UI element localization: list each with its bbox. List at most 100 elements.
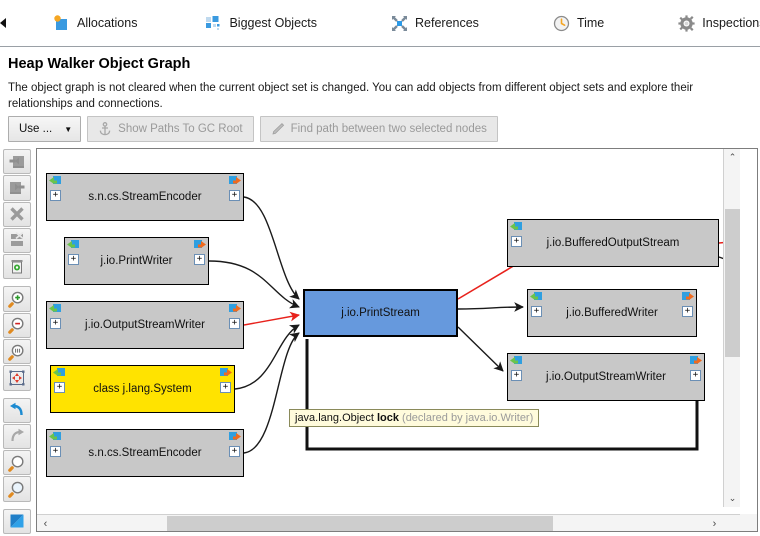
- vertical-scroll-thumb[interactable]: [725, 209, 740, 357]
- graph-node[interactable]: + + j.io.BufferedWriter: [527, 289, 697, 337]
- expand-incoming-button[interactable]: +: [68, 254, 79, 265]
- expand-outgoing-button[interactable]: +: [682, 306, 693, 317]
- scroll-right-button[interactable]: ›: [706, 515, 723, 532]
- page-title: Heap Walker Object Graph: [8, 56, 191, 72]
- tab-biggest-objects[interactable]: Biggest Objects: [188, 2, 334, 44]
- incoming-references-icon[interactable]: [49, 304, 62, 316]
- outgoing-references-icon[interactable]: [228, 432, 241, 444]
- use-dropdown-label: Use ...: [19, 123, 53, 135]
- scrollbar-corner: [740, 514, 757, 531]
- outgoing-references-icon[interactable]: [228, 176, 241, 188]
- graph-horizontal-scrollbar[interactable]: ‹ ›: [37, 514, 740, 531]
- clear-graph-button[interactable]: [3, 254, 31, 280]
- graph-node[interactable]: + j.io.BufferedOutputStream: [507, 219, 719, 267]
- incoming-references-icon[interactable]: [53, 368, 66, 380]
- incoming-references-icon[interactable]: [49, 176, 62, 188]
- expand-outgoing-button[interactable]: +: [194, 254, 205, 265]
- scroll-up-button[interactable]: ⌃: [724, 149, 740, 166]
- action-toolbar: Use ... ▼ Show Paths To GC Root Find pat…: [8, 116, 498, 142]
- magnifier-orange-icon: [8, 455, 24, 472]
- find-next-button[interactable]: [3, 476, 31, 502]
- expand-incoming-button[interactable]: +: [531, 306, 542, 317]
- incoming-references-icon[interactable]: [510, 356, 523, 368]
- outgoing-references-icon[interactable]: [681, 292, 694, 304]
- graph-panel: + + s.n.cs.StreamEncoder + + j.io.PrintWriter…: [36, 148, 758, 532]
- allocations-icon: [53, 14, 70, 32]
- expand-outgoing-button[interactable]: +: [229, 446, 240, 457]
- add-incoming-references-button[interactable]: [3, 149, 31, 175]
- chevron-left-icon: [0, 18, 6, 28]
- incoming-references-icon[interactable]: [510, 222, 523, 234]
- tab-references[interactable]: References: [374, 2, 496, 44]
- incoming-references-icon[interactable]: [530, 292, 543, 304]
- expand-outgoing-button[interactable]: +: [690, 370, 701, 381]
- graph-node-label: j.io.PrintWriter: [100, 255, 173, 267]
- zoom-in-icon: [8, 291, 24, 308]
- pencil-icon: [271, 122, 285, 136]
- zoom-fit-icon: [8, 344, 24, 361]
- graph-node[interactable]: + + s.n.cs.StreamEncoder: [46, 429, 244, 477]
- arrow-left-node-icon: [9, 155, 24, 168]
- graph-node[interactable]: + + j.io.OutputStreamWriter: [46, 301, 244, 349]
- graph-left-toolbar: [0, 148, 34, 534]
- tab-time[interactable]: Time: [536, 2, 621, 44]
- outgoing-references-icon[interactable]: [228, 304, 241, 316]
- scroll-down-button[interactable]: ⌄: [724, 490, 740, 507]
- incoming-references-icon[interactable]: [67, 240, 80, 252]
- graph-node[interactable]: + + j.io.OutputStreamWriter: [507, 353, 705, 401]
- expand-incoming-button[interactable]: +: [50, 446, 61, 457]
- expand-incoming-button[interactable]: +: [50, 318, 61, 329]
- scroll-left-button[interactable]: ‹: [37, 515, 54, 532]
- find-button[interactable]: [3, 450, 31, 476]
- graph-node-label: j.io.BufferedWriter: [566, 307, 658, 319]
- expand-incoming-button[interactable]: +: [50, 190, 61, 201]
- graph-node-label: j.io.BufferedOutputStream: [546, 237, 680, 249]
- zoom-in-button[interactable]: [3, 286, 31, 312]
- horizontal-scroll-thumb[interactable]: [167, 516, 553, 531]
- biggest-objects-icon: [205, 15, 222, 32]
- graph-vertical-scrollbar[interactable]: ⌃ ⌄: [723, 149, 740, 507]
- layout-nodes-button[interactable]: [3, 365, 31, 391]
- tab-inspections[interactable]: Inspections: [661, 2, 760, 44]
- time-icon: [553, 15, 570, 32]
- graph-node[interactable]: + + class j.lang.System: [50, 365, 235, 413]
- fullscreen-button[interactable]: [3, 508, 31, 534]
- outgoing-references-icon[interactable]: [193, 240, 206, 252]
- remove-node-icon: [11, 232, 24, 247]
- edge-field-type: java.lang.Object: [295, 412, 374, 424]
- zoom-out-button[interactable]: [3, 312, 31, 338]
- expand-outgoing-button[interactable]: +: [229, 318, 240, 329]
- remove-selected-nodes-button[interactable]: [3, 201, 31, 227]
- show-paths-to-gc-root-button[interactable]: Show Paths To GC Root: [87, 116, 254, 142]
- expand-incoming-button[interactable]: +: [511, 370, 522, 381]
- zoom-fit-button[interactable]: [3, 338, 31, 365]
- expand-incoming-button[interactable]: +: [54, 382, 65, 393]
- zoom-out-icon: [8, 318, 24, 335]
- arrow-right-node-icon: [10, 181, 25, 194]
- remove-unselected-nodes-button[interactable]: [3, 227, 31, 254]
- graph-node-label: s.n.cs.StreamEncoder: [88, 191, 202, 203]
- find-path-between-nodes-button[interactable]: Find path between two selected nodes: [259, 116, 498, 142]
- undo-button[interactable]: [3, 397, 31, 423]
- trash-icon: [11, 259, 23, 274]
- incoming-references-icon[interactable]: [49, 432, 62, 444]
- outgoing-references-icon[interactable]: [219, 368, 232, 380]
- graph-node[interactable]: + + s.n.cs.StreamEncoder: [46, 173, 244, 221]
- graph-canvas[interactable]: + + s.n.cs.StreamEncoder + + j.io.PrintWriter…: [37, 149, 740, 507]
- redo-button[interactable]: [3, 423, 31, 450]
- tab-biggest-objects-label: Biggest Objects: [229, 16, 317, 30]
- tab-allocations[interactable]: Allocations: [36, 2, 154, 44]
- outgoing-references-icon[interactable]: [689, 356, 702, 368]
- add-outgoing-references-button[interactable]: [3, 175, 31, 201]
- expand-incoming-button[interactable]: +: [511, 236, 522, 247]
- references-icon: [391, 15, 408, 32]
- tabbar-scroll-left-button[interactable]: [0, 0, 8, 46]
- expand-outgoing-button[interactable]: +: [220, 382, 231, 393]
- use-dropdown-button[interactable]: Use ... ▼: [8, 116, 82, 142]
- edge-field-label[interactable]: java.lang.Object lock (declared by java.…: [289, 409, 540, 427]
- graph-node[interactable]: j.io.PrintStream: [303, 289, 458, 337]
- tab-time-label: Time: [576, 16, 605, 30]
- expand-outgoing-button[interactable]: +: [229, 190, 240, 201]
- inspections-icon: [678, 14, 695, 32]
- graph-node[interactable]: + + j.io.PrintWriter: [64, 237, 209, 285]
